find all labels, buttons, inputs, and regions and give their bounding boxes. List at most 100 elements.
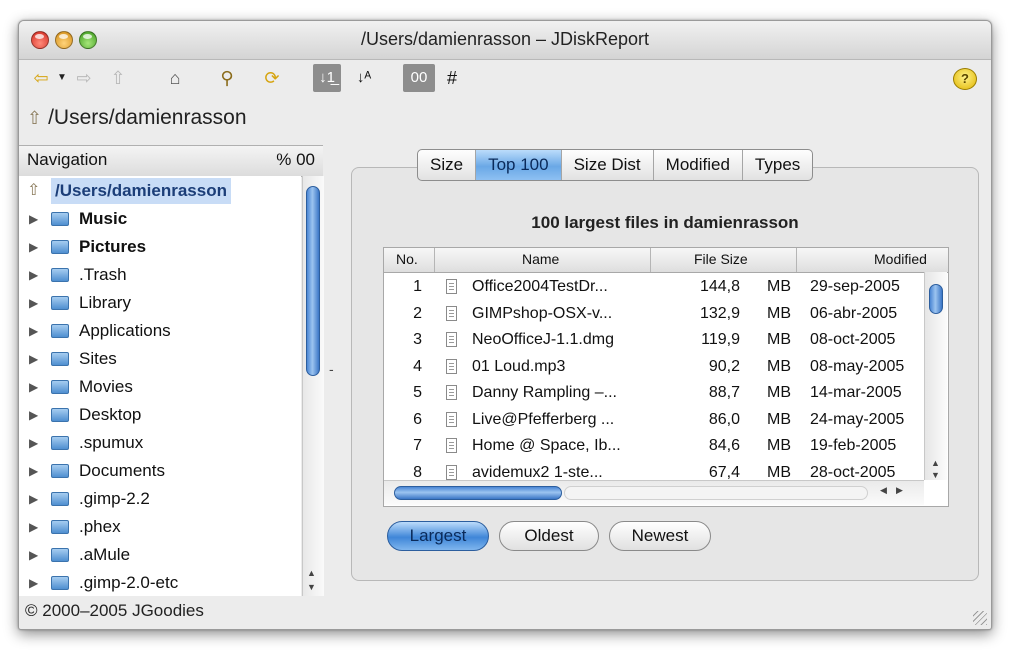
table-scroll-right-icon[interactable]: ▶ <box>896 485 903 496</box>
tree-item-label: .gimp-2.2 <box>79 489 150 508</box>
file-name: 01 Loud.mp3 <box>472 357 566 375</box>
table-vertical-scrollbar[interactable]: ▲ ▼ <box>924 272 947 480</box>
home-icon[interactable]: ⌂ <box>163 64 187 92</box>
table-row[interactable]: 5 Danny Rampling –... 88,7 MB 14-mar-2005 <box>384 380 924 406</box>
tab-top-100[interactable]: Top 100 <box>476 150 562 180</box>
table-horizontal-scroll-thumb[interactable] <box>394 486 562 500</box>
tree-item[interactable]: ▶ Pictures <box>19 234 301 260</box>
tree-item-label: Music <box>79 209 128 228</box>
sort-by-size-button[interactable]: ↓1̲ <box>313 64 341 92</box>
tree-item[interactable]: ▶ .Trash <box>19 262 301 288</box>
folder-icon <box>51 212 69 226</box>
tab-size-dist[interactable]: Size Dist <box>562 150 654 180</box>
column-header-modified[interactable]: Modified <box>874 251 927 267</box>
view-tabs: Size Top 100 Size Dist Modified Types <box>417 149 814 181</box>
resize-grip-icon[interactable] <box>973 611 987 625</box>
tree-item[interactable]: ▶ .gimp-2.2 <box>19 486 301 512</box>
help-icon[interactable]: ? <box>953 68 977 90</box>
table-row[interactable]: 1 Office2004TestDr... 144,8 MB 29-sep-2005 <box>384 274 924 300</box>
current-path: ⇧ /Users/damienrasson <box>27 103 247 133</box>
table-horizontal-scrollbar[interactable]: ◀ ▶ <box>384 480 924 505</box>
file-name: Office2004TestDr... <box>472 278 608 295</box>
tree-item[interactable]: ▶ .aMule <box>19 542 301 568</box>
file-size: 88,7 <box>708 384 740 401</box>
table-row[interactable]: 2 GIMPshop-OSX-v... 132,9 MB 06-abr-2005 <box>384 301 924 327</box>
column-header-file-size[interactable]: File Size <box>694 251 748 267</box>
show-size-button[interactable]: 00 <box>403 64 435 92</box>
up-arrow-icon[interactable]: ⇧ <box>107 64 129 92</box>
folder-icon <box>51 408 69 422</box>
back-arrow-icon[interactable]: ⇦ <box>29 64 53 92</box>
navigation-scrollbar[interactable]: ▲ ▼ <box>302 176 324 596</box>
expand-arrow-icon[interactable]: ▶ <box>29 458 38 484</box>
tree-item[interactable]: ▶ Applications <box>19 318 301 344</box>
tree-item[interactable]: ▶ Documents <box>19 458 301 484</box>
size-unit: MB <box>767 437 791 454</box>
largest-button[interactable]: Largest <box>387 521 489 551</box>
tree-item[interactable]: ▶ Sites <box>19 346 301 372</box>
newest-button[interactable]: Newest <box>609 521 711 551</box>
expand-arrow-icon[interactable]: ▶ <box>29 318 38 344</box>
column-header-name[interactable]: Name <box>522 251 559 267</box>
file-icon <box>446 305 457 321</box>
table-row[interactable]: 6 Live@Pfefferberg ... 86,0 MB 24-may-2005 <box>384 407 924 433</box>
table-horizontal-track[interactable] <box>564 486 868 500</box>
expand-arrow-icon[interactable]: ▶ <box>29 402 38 428</box>
refresh-icon[interactable]: ⟳ <box>259 64 285 92</box>
expand-arrow-icon[interactable]: ▶ <box>29 570 38 596</box>
scroll-up-icon[interactable]: ▲ <box>307 568 316 578</box>
tab-size[interactable]: Size <box>418 150 477 180</box>
tree-item[interactable]: ▶ Music <box>19 206 301 232</box>
expand-arrow-icon[interactable]: ▶ <box>29 374 38 400</box>
tab-modified[interactable]: Modified <box>654 150 743 180</box>
tree-item-label: .phex <box>79 517 121 536</box>
back-dropdown-icon[interactable]: ▼ <box>55 64 69 92</box>
search-icon[interactable]: ⚲ <box>215 64 239 92</box>
file-icon <box>446 358 457 374</box>
table-scroll-left-icon[interactable]: ◀ <box>880 485 887 496</box>
splitter-handle[interactable]: - <box>329 361 334 377</box>
tree-item[interactable]: ▶ .phex <box>19 514 301 540</box>
row-number: 4 <box>413 357 422 375</box>
forward-arrow-icon[interactable]: ⇨ <box>73 64 95 92</box>
folder-icon <box>51 268 69 282</box>
table-row[interactable]: 3 NeoOfficeJ-1.1.dmg 119,9 MB 08-oct-2005 <box>384 327 924 353</box>
modified-date: 08-may-2005 <box>810 357 905 375</box>
expand-arrow-icon[interactable]: ▶ <box>29 206 38 232</box>
show-count-button[interactable]: # <box>439 64 465 92</box>
tree-item[interactable]: ▶ Movies <box>19 374 301 400</box>
parent-folder-icon[interactable]: ⇧ <box>27 108 42 128</box>
table-row[interactable]: 7 Home @ Space, Ib... 84,6 MB 19-feb-2005 <box>384 433 924 459</box>
table-row[interactable]: 4 01 Loud.mp3 90,2 MB 08-may-2005 <box>384 354 924 380</box>
expand-arrow-icon[interactable]: ▶ <box>29 542 38 568</box>
table-vertical-scroll-thumb[interactable] <box>929 284 943 314</box>
expand-arrow-icon[interactable]: ▶ <box>29 290 38 316</box>
tree-root[interactable]: ⇧ /Users/damienrasson <box>19 178 301 204</box>
tree-item-label: .spumux <box>79 433 144 452</box>
expand-arrow-icon[interactable]: ▶ <box>29 486 38 512</box>
row-number: 7 <box>413 437 422 454</box>
table-scroll-down-icon[interactable]: ▼ <box>931 470 940 480</box>
navigation-pct-toggle[interactable]: % 00 <box>276 150 315 170</box>
folder-icon <box>51 464 69 478</box>
tree-item[interactable]: ▶ Library <box>19 290 301 316</box>
column-header-no[interactable]: No. <box>396 251 418 267</box>
tab-types[interactable]: Types <box>743 150 812 180</box>
navigation-scroll-thumb[interactable] <box>306 186 320 376</box>
expand-arrow-icon[interactable]: ▶ <box>29 234 38 260</box>
file-size: 132,9 <box>699 304 740 322</box>
tree-item[interactable]: ▶ .spumux <box>19 430 301 456</box>
expand-arrow-icon[interactable]: ▶ <box>29 430 38 456</box>
expand-arrow-icon[interactable]: ▶ <box>29 262 38 288</box>
tree-item-label: Movies <box>79 377 133 396</box>
table-scroll-up-icon[interactable]: ▲ <box>931 458 940 468</box>
expand-arrow-icon[interactable]: ▶ <box>29 346 38 372</box>
expand-arrow-icon[interactable]: ▶ <box>29 514 38 540</box>
tree-item[interactable]: ▶ Desktop <box>19 402 301 428</box>
file-name: Home @ Space, Ib... <box>472 437 621 454</box>
sort-by-name-button[interactable]: ↓ᴬ <box>349 64 379 92</box>
tree-item[interactable]: ▶ .gimp-2.0-etc <box>19 570 301 596</box>
file-icon <box>446 464 457 480</box>
scroll-down-icon[interactable]: ▼ <box>307 582 316 592</box>
oldest-button[interactable]: Oldest <box>499 521 599 551</box>
